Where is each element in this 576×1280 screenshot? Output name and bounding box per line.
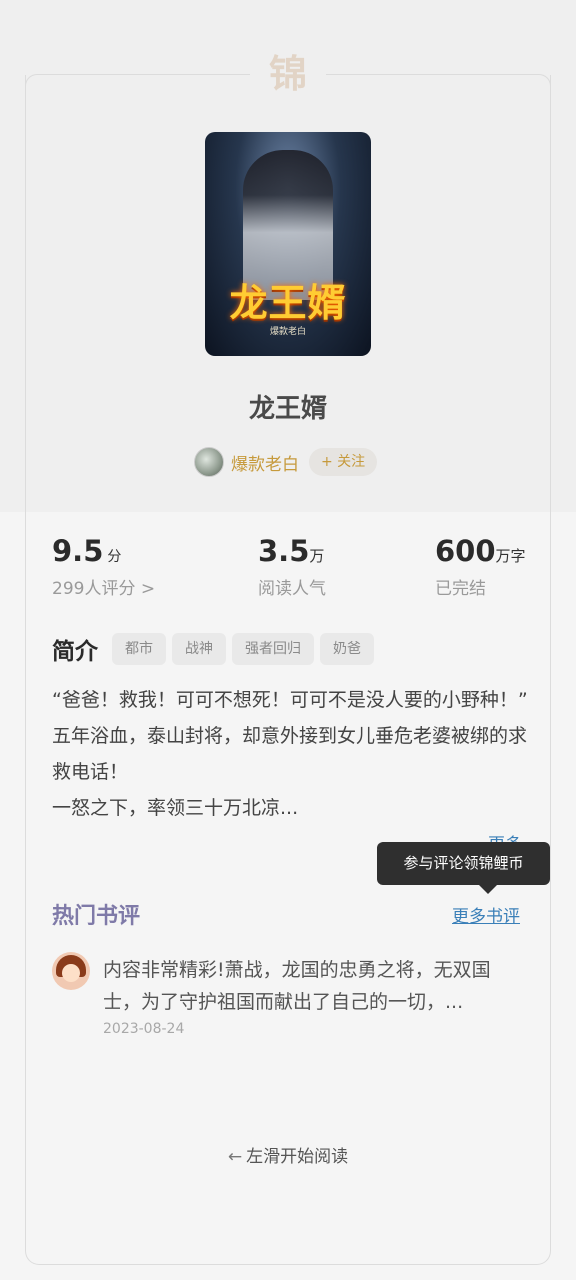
status-label: 已完结 bbox=[435, 579, 486, 599]
author-row: 爆款老白 + 关注 bbox=[194, 446, 378, 478]
avatar-face bbox=[62, 964, 80, 982]
stat-popularity: 3.5万 阅读人气 bbox=[258, 534, 326, 599]
score-value: 9.5 bbox=[52, 534, 104, 568]
tag-strong-return[interactable]: 强者回归 bbox=[232, 633, 314, 665]
frame-line-left bbox=[40, 74, 250, 75]
swipe-hint-label: 左滑开始阅读 bbox=[246, 1147, 349, 1167]
tag-urban[interactable]: 都市 bbox=[112, 633, 166, 665]
tag-war-god[interactable]: 战神 bbox=[172, 633, 226, 665]
score-count-link[interactable]: 299人评分 > bbox=[52, 574, 155, 599]
stat-score[interactable]: 9.5 分 299人评分 > bbox=[52, 534, 155, 599]
comment-reward-tooltip[interactable]: 参与评论领锦鲤币 bbox=[377, 842, 550, 885]
frame-line-right bbox=[326, 74, 536, 75]
frame-corner-left bbox=[25, 74, 41, 94]
follow-button[interactable]: + 关注 bbox=[309, 448, 378, 476]
cover-title: 龙王婿 bbox=[229, 280, 347, 325]
review-date: 2023-08-24 bbox=[103, 1021, 185, 1037]
stat-words: 600万字 已完结 bbox=[435, 534, 526, 599]
intro-title: 简介 bbox=[52, 639, 98, 665]
book-title: 龙王婿 bbox=[248, 394, 327, 424]
brand-mark-icon: 锦 bbox=[268, 52, 307, 96]
popularity-label: 阅读人气 bbox=[258, 579, 326, 599]
words-value: 600 bbox=[435, 534, 496, 568]
arrow-left-icon: ← bbox=[227, 1147, 243, 1167]
reviewer-avatar[interactable] bbox=[52, 952, 90, 990]
more-reviews-link[interactable]: 更多书评 bbox=[452, 902, 520, 927]
popularity-value: 3.5 bbox=[258, 534, 310, 568]
hot-reviews-title: 热门书评 bbox=[52, 904, 141, 929]
swipe-hint[interactable]: ← 左滑开始阅读 bbox=[0, 1142, 576, 1167]
tooltip-arrow bbox=[478, 884, 498, 894]
review-text[interactable]: 内容非常精彩!萧战，龙国的忠勇之将，无双国士，为了守护祖国而献出了自己的一切，.… bbox=[103, 954, 528, 1018]
score-unit: 分 bbox=[107, 549, 122, 565]
book-cover[interactable]: 龙王婿 爆款老白 bbox=[205, 132, 371, 356]
author-avatar[interactable] bbox=[194, 447, 224, 477]
intro-text: “爸爸！救我！可可不想死！可可不是没人要的小野种！” 五年浴血，泰山封将，却意外… bbox=[52, 689, 528, 819]
cover-author: 爆款老白 bbox=[269, 327, 306, 337]
intro-header: 简介 都市 战神 强者回归 奶爸 bbox=[52, 632, 380, 666]
words-unit: 万字 bbox=[495, 547, 526, 565]
popularity-unit: 万 bbox=[309, 547, 325, 565]
author-name[interactable]: 爆款老白 bbox=[231, 450, 299, 475]
tag-dad[interactable]: 奶爸 bbox=[320, 633, 374, 665]
